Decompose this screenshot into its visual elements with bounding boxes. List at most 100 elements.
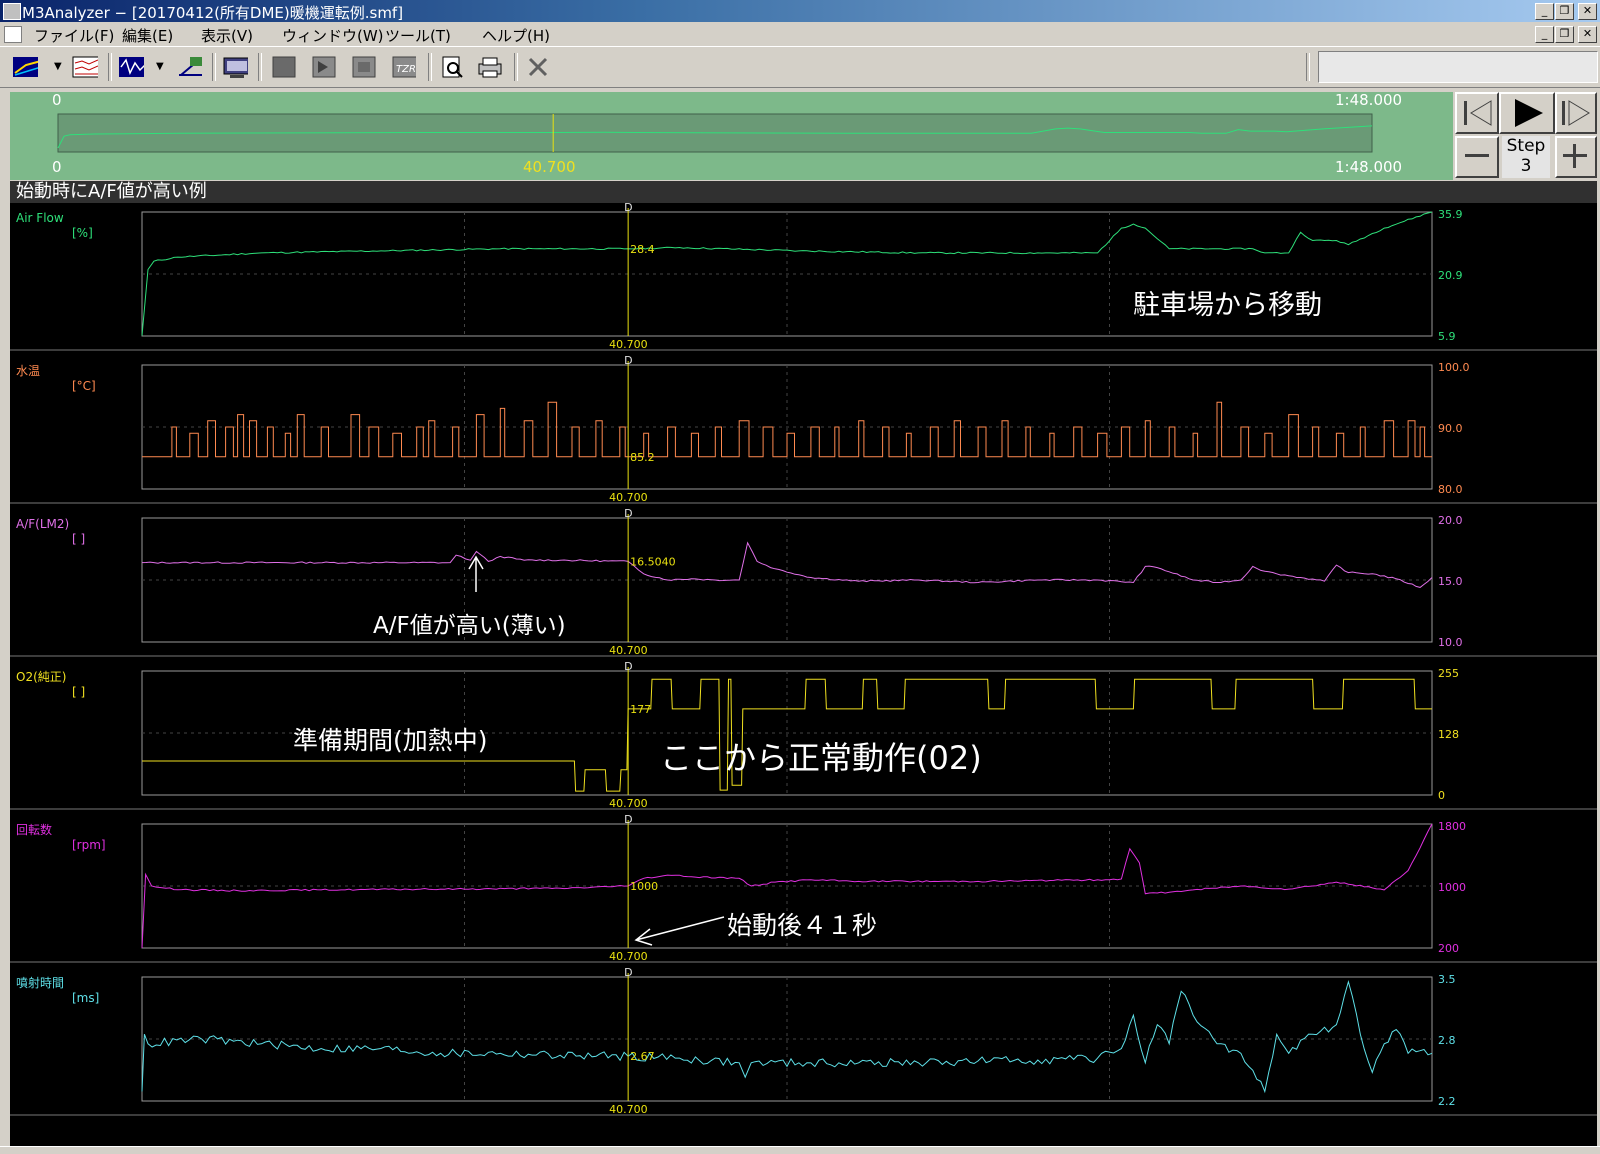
doc-restore-button[interactable]: ❐ [1555,26,1574,43]
printer-icon[interactable] [476,55,502,79]
y-tick-label: 15.0 [1438,575,1463,588]
doc-close-button[interactable]: ✕ [1578,26,1597,43]
step-decrease-button[interactable] [1455,136,1499,178]
menu-edit[interactable]: 編集(E) [122,25,173,46]
toolbar-separator-4 [428,53,432,81]
toolbar-readout-field[interactable] [1318,51,1598,83]
y-tick-label: 2.2 [1438,1095,1456,1108]
app-icon[interactable] [3,3,21,20]
tzr-icon[interactable]: TZR [390,55,416,79]
cursor-time-label: 40.700 [609,950,648,963]
measure-icon[interactable] [176,55,202,79]
minimize-button[interactable]: _ [1535,3,1554,20]
af-arrow [468,555,484,592]
channel-name: 噴射時間 [16,975,64,990]
channel-unit: [ms] [72,991,99,1005]
overview-timeline[interactable]: 0 1:48.000 0 1:48.000 40.700 [10,91,1453,180]
y-tick-label: 5.9 [1438,330,1456,343]
chart-canvas[interactable]: Air Flow [%] 35.9 20.9 5.9 D 28.4 40.700 水温 [°C] 1… [10,181,1597,1153]
restore-button[interactable]: ❐ [1555,3,1574,20]
y-tick-label: 2.8 [1438,1034,1456,1047]
plus-icon [1563,144,1587,168]
y-tick-label: 20.9 [1438,269,1463,282]
step-forward-button[interactable] [1555,92,1597,134]
y-tick-label: 128 [1438,728,1459,741]
y-tick-label: 20.0 [1438,514,1463,527]
cursor-time-label: 40.700 [609,1103,648,1116]
play-icon [1515,99,1543,127]
y-tick-label: 3.5 [1438,973,1456,986]
stop-icon[interactable] [270,55,296,79]
y-tick-label: 10.0 [1438,636,1463,649]
channel-unit: [ ] [72,532,85,546]
menu-file[interactable]: ファイル(F) [34,25,114,46]
y-tick-label: 255 [1438,667,1459,680]
channel-unit: [°C] [72,379,96,393]
document-icon[interactable] [4,26,22,43]
dropdown-arrow-icon[interactable]: ▼ [54,61,62,72]
menu-bar: ファイル(F) 編集(E) 表示(V) ウィンドウ(W) ツール(T) ヘルプ(… [0,22,1600,46]
menu-help[interactable]: ヘルプ(H) [482,25,550,46]
step-icon[interactable] [310,55,336,79]
channel-unit: [rpm] [72,838,106,852]
cursor-value-label: 28.4 [630,243,655,256]
toolbar-separator [108,53,112,81]
cursor-value-label: 1000 [630,880,658,893]
cursor-value-label: 2.67 [630,1050,655,1063]
chart-window: Air Flow [%] 35.9 20.9 5.9 D 28.4 40.700 水温 [°C] 1… [10,181,1597,1153]
toolbar-separator-5 [514,53,518,81]
annotation-prep: 準備期間(加熱中) [293,726,488,755]
channel-unit: [ ] [72,685,85,699]
chart-window-title: 始動時にA/F値が高い例 [10,181,1597,203]
af-arrow-path [468,555,484,592]
overview-start-bottom-label: 0 [52,158,62,176]
step-label: Step [1506,136,1546,156]
start-arrow-path [634,916,725,946]
print-preview-icon[interactable] [438,55,464,79]
step-forward-icon [1562,100,1590,126]
graph-view-icon[interactable] [12,55,38,79]
cursor-time-label: 40.700 [609,797,648,810]
channel-unit: [%] [72,226,93,240]
overview-start-label: 0 [52,91,62,109]
start-arrow [634,916,725,946]
step-value: 3 [1520,156,1532,176]
menu-tools[interactable]: ツール(T) [385,25,451,46]
cursor-time-label: 40.700 [609,644,648,657]
playback-controls: Step 3 [1455,92,1597,180]
pointer-icon[interactable] [524,55,550,79]
step-back-icon [1464,100,1492,126]
cursor-value-label: 177 [630,703,651,716]
play-button[interactable] [1499,92,1555,134]
menu-view[interactable]: 表示(V) [201,25,253,46]
menu-window[interactable]: ウィンドウ(W) [282,25,384,46]
series-line [141,541,1433,588]
monitor-icon[interactable] [222,55,248,79]
doc-minimize-button[interactable]: _ [1535,26,1554,43]
cursor-value-label: 85.2 [630,451,655,464]
step-increase-button[interactable] [1555,136,1597,178]
cursor-time-label: 40.700 [609,338,648,351]
multi-graph-icon[interactable] [72,55,98,79]
cursor-marker: D [624,813,632,826]
waveform-icon[interactable] [118,55,144,79]
annotation-parking: 駐車場から移動 [1133,290,1322,321]
y-tick-label: 1800 [1438,820,1466,833]
channel-name: Air Flow [16,211,64,225]
toolbar-separator-6 [1306,53,1310,81]
overview-end-label: 1:48.000 [1335,91,1403,109]
close-button[interactable]: ✕ [1578,3,1597,20]
frame-icon[interactable] [350,55,376,79]
overview-trace [57,113,1373,153]
step-back-button[interactable] [1455,92,1499,134]
y-tick-label: 200 [1438,942,1459,955]
annotation-after-start: 始動後４１秒 [727,911,878,940]
annotation-af-high: A/F値が高い(薄い) [373,613,566,639]
dropdown-arrow-icon-2[interactable]: ▼ [156,61,164,72]
cursor-marker: D [624,507,632,520]
annotation-normal: ここから正常動作(02) [660,739,982,777]
channel-name: 水温 [16,364,40,378]
y-tick-label: 0 [1438,789,1445,802]
overview-end-bottom-label: 1:48.000 [1335,158,1403,176]
channel-name: O2(純正) [16,670,66,684]
